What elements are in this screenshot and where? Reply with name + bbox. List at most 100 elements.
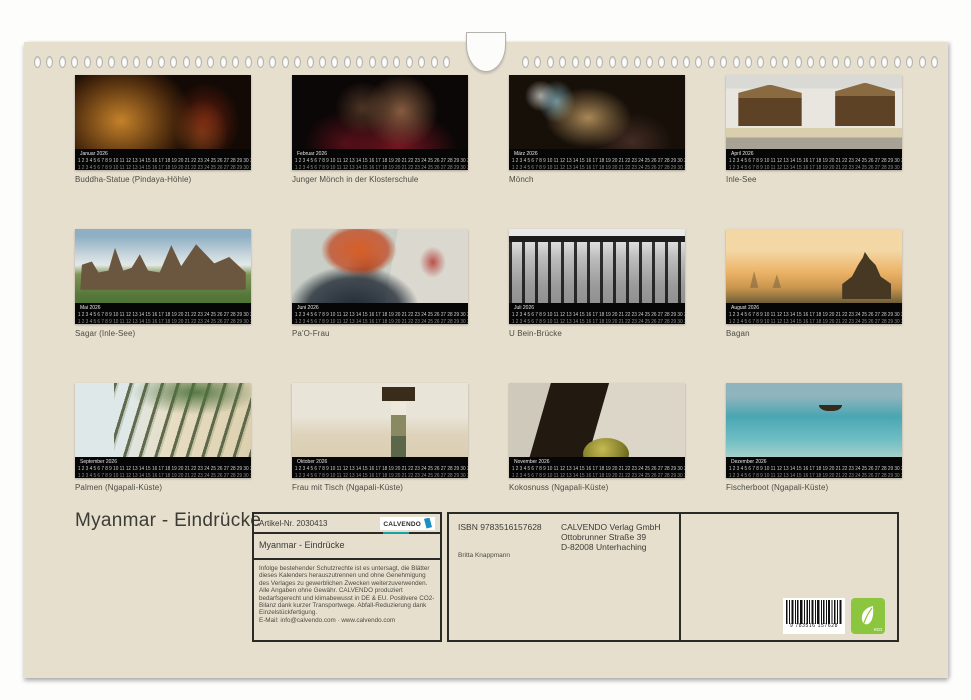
calendar-weekdays-row: 1 2 3 4 5 6 7 8 9 10 11 12 13 14 15 16 1… xyxy=(292,318,457,324)
binding-ring xyxy=(146,56,153,68)
calvendo-logo-tagline xyxy=(383,532,409,534)
calendar-month-label: Dezember 2026 xyxy=(726,457,902,465)
calendar-days-row: 1 2 3 4 5 6 7 8 9 10 11 12 13 14 15 16 1… xyxy=(726,311,891,318)
binding-ring xyxy=(269,56,276,68)
binding-ring xyxy=(133,56,140,68)
calendar-strip: März 2026 1 2 3 4 5 6 7 8 9 10 11 12 13 … xyxy=(509,149,685,170)
legal-text: Infolge bestehender Schutzrechte ist es … xyxy=(259,565,434,616)
binding-ring xyxy=(745,56,752,68)
calendar-days-row: 1 2 3 4 5 6 7 8 9 10 11 12 13 14 15 16 1… xyxy=(292,157,457,164)
photo-buddha-statue: Januar 2026 1 2 3 4 5 6 7 8 9 10 11 12 1… xyxy=(75,75,251,170)
barcode-digits: 9 783516 157628 xyxy=(790,623,838,629)
calendar-strip: November 2026 1 2 3 4 5 6 7 8 9 10 11 12… xyxy=(509,457,685,478)
binding-ring xyxy=(609,56,616,68)
binding-ring xyxy=(121,56,128,68)
article-number: Artikel-Nr. 2030413 xyxy=(259,519,327,528)
binding-ring xyxy=(158,56,165,68)
email-line: E-Mail: info@calvendo.com · www.calvendo… xyxy=(259,617,395,624)
calendar-month-label: November 2026 xyxy=(509,457,685,465)
binding-ring xyxy=(559,56,566,68)
month-cell-may: Mai 2026 1 2 3 4 5 6 7 8 9 10 11 12 13 1… xyxy=(75,229,251,383)
binding-ring xyxy=(418,56,425,68)
photo-u-bein-bridge: Juli 2026 1 2 3 4 5 6 7 8 9 10 11 12 13 … xyxy=(509,229,685,324)
binding-ring xyxy=(572,56,579,68)
photo-caption: Inle-See xyxy=(726,175,902,184)
photo-bagan: August 2026 1 2 3 4 5 6 7 8 9 10 11 12 1… xyxy=(726,229,902,324)
calendar-month-label: Juli 2026 xyxy=(509,303,685,311)
publisher-box-left: ISBN 9783516157628 Britta Knappmann CALV… xyxy=(449,514,681,640)
binding-ring xyxy=(393,56,400,68)
photo-caption: Palmen (Ngapali-Küste) xyxy=(75,483,251,492)
calendar-days-row: 1 2 3 4 5 6 7 8 9 10 11 12 13 14 15 16 1… xyxy=(509,157,674,164)
calendar-month-label: Februar 2026 xyxy=(292,149,468,157)
binding-ring xyxy=(720,56,727,68)
publisher-street: Ottobrunner Straße 39 xyxy=(561,532,661,542)
calendar-month-label: September 2026 xyxy=(75,457,251,465)
binding-ring xyxy=(695,56,702,68)
binding-ring xyxy=(257,56,264,68)
binding-ring xyxy=(819,56,826,68)
binding-ring xyxy=(294,56,301,68)
calendar-strip: August 2026 1 2 3 4 5 6 7 8 9 10 11 12 1… xyxy=(726,303,902,324)
calendar-days-row: 1 2 3 4 5 6 7 8 9 10 11 12 13 14 15 16 1… xyxy=(75,311,240,318)
binding-ring xyxy=(770,56,777,68)
eco-leaf-icon xyxy=(858,604,878,628)
barcode-bars xyxy=(786,600,842,624)
binding-ring xyxy=(832,56,839,68)
photo-caption: Mönch xyxy=(509,175,685,184)
photo-coconut: November 2026 1 2 3 4 5 6 7 8 9 10 11 12… xyxy=(509,383,685,478)
binding-ring xyxy=(96,56,103,68)
binding-ring xyxy=(245,56,252,68)
binding-ring xyxy=(431,56,438,68)
calendar-days-row: 1 2 3 4 5 6 7 8 9 10 11 12 13 14 15 16 1… xyxy=(726,465,891,472)
binding-ring xyxy=(71,56,78,68)
calvendo-logo-text: CALVENDO xyxy=(383,521,421,528)
article-row: Artikel-Nr. 2030413 CALVENDO xyxy=(254,514,440,534)
binding-ring xyxy=(34,56,41,68)
calendar-days-row: 1 2 3 4 5 6 7 8 9 10 11 12 13 14 15 16 1… xyxy=(292,311,457,318)
author-name: Britta Knappmann xyxy=(458,552,510,559)
binding-ring xyxy=(183,56,190,68)
binding-ring xyxy=(733,56,740,68)
binding-ring xyxy=(170,56,177,68)
calendar-weekdays-row: 1 2 3 4 5 6 7 8 9 10 11 12 13 14 15 16 1… xyxy=(292,164,457,170)
legal-block: Infolge bestehender Schutzrechte ist es … xyxy=(254,560,440,629)
photo-caption: Frau mit Tisch (Ngapali-Küste) xyxy=(292,483,468,492)
calendar-strip: April 2026 1 2 3 4 5 6 7 8 9 10 11 12 13… xyxy=(726,149,902,170)
photo-young-monk: Februar 2026 1 2 3 4 5 6 7 8 9 10 11 12 … xyxy=(292,75,468,170)
photo-caption: Pa'O-Frau xyxy=(292,329,468,338)
binding-ring xyxy=(708,56,715,68)
calendar-strip: Juni 2026 1 2 3 4 5 6 7 8 9 10 11 12 13 … xyxy=(292,303,468,324)
barcode: 9 783516 157628 xyxy=(783,598,845,634)
calendar-weekdays-row: 1 2 3 4 5 6 7 8 9 10 11 12 13 14 15 16 1… xyxy=(726,318,891,324)
calendar-weekdays-row: 1 2 3 4 5 6 7 8 9 10 11 12 13 14 15 16 1… xyxy=(509,164,674,170)
month-cell-february: Februar 2026 1 2 3 4 5 6 7 8 9 10 11 12 … xyxy=(292,75,468,229)
calendar-weekdays-row: 1 2 3 4 5 6 7 8 9 10 11 12 13 14 15 16 1… xyxy=(509,472,674,478)
binding-ring xyxy=(369,56,376,68)
month-cell-june: Juni 2026 1 2 3 4 5 6 7 8 9 10 11 12 13 … xyxy=(292,229,468,383)
binding-ring xyxy=(857,56,864,68)
binding-rings-left xyxy=(24,54,460,70)
binding-ring xyxy=(596,56,603,68)
month-cell-march: März 2026 1 2 3 4 5 6 7 8 9 10 11 12 13 … xyxy=(509,75,685,229)
binding-ring xyxy=(881,56,888,68)
binding-ring xyxy=(919,56,926,68)
photo-caption: Buddha-Statue (Pindaya-Höhle) xyxy=(75,175,251,184)
binding-ring xyxy=(220,56,227,68)
isbn: ISBN 9783516157628 xyxy=(458,522,542,532)
month-cell-january: Januar 2026 1 2 3 4 5 6 7 8 9 10 11 12 1… xyxy=(75,75,251,229)
binding-ring xyxy=(807,56,814,68)
photo-inle-lake: April 2026 1 2 3 4 5 6 7 8 9 10 11 12 13… xyxy=(726,75,902,170)
photo-caption: Bagan xyxy=(726,329,902,338)
binding-ring xyxy=(207,56,214,68)
calendar-days-row: 1 2 3 4 5 6 7 8 9 10 11 12 13 14 15 16 1… xyxy=(509,465,674,472)
calendar-strip: Juli 2026 1 2 3 4 5 6 7 8 9 10 11 12 13 … xyxy=(509,303,685,324)
binding-ring xyxy=(46,56,53,68)
binding-ring xyxy=(195,56,202,68)
calvendo-flag-icon xyxy=(424,518,432,529)
calendar-days-row: 1 2 3 4 5 6 7 8 9 10 11 12 13 14 15 16 1… xyxy=(75,157,240,164)
calendar-back-page: Januar 2026 1 2 3 4 5 6 7 8 9 10 11 12 1… xyxy=(24,42,948,678)
eco-icon: eco xyxy=(851,598,885,634)
calendar-weekdays-row: 1 2 3 4 5 6 7 8 9 10 11 12 13 14 15 16 1… xyxy=(726,472,891,478)
calendar-month-label: Juni 2026 xyxy=(292,303,468,311)
